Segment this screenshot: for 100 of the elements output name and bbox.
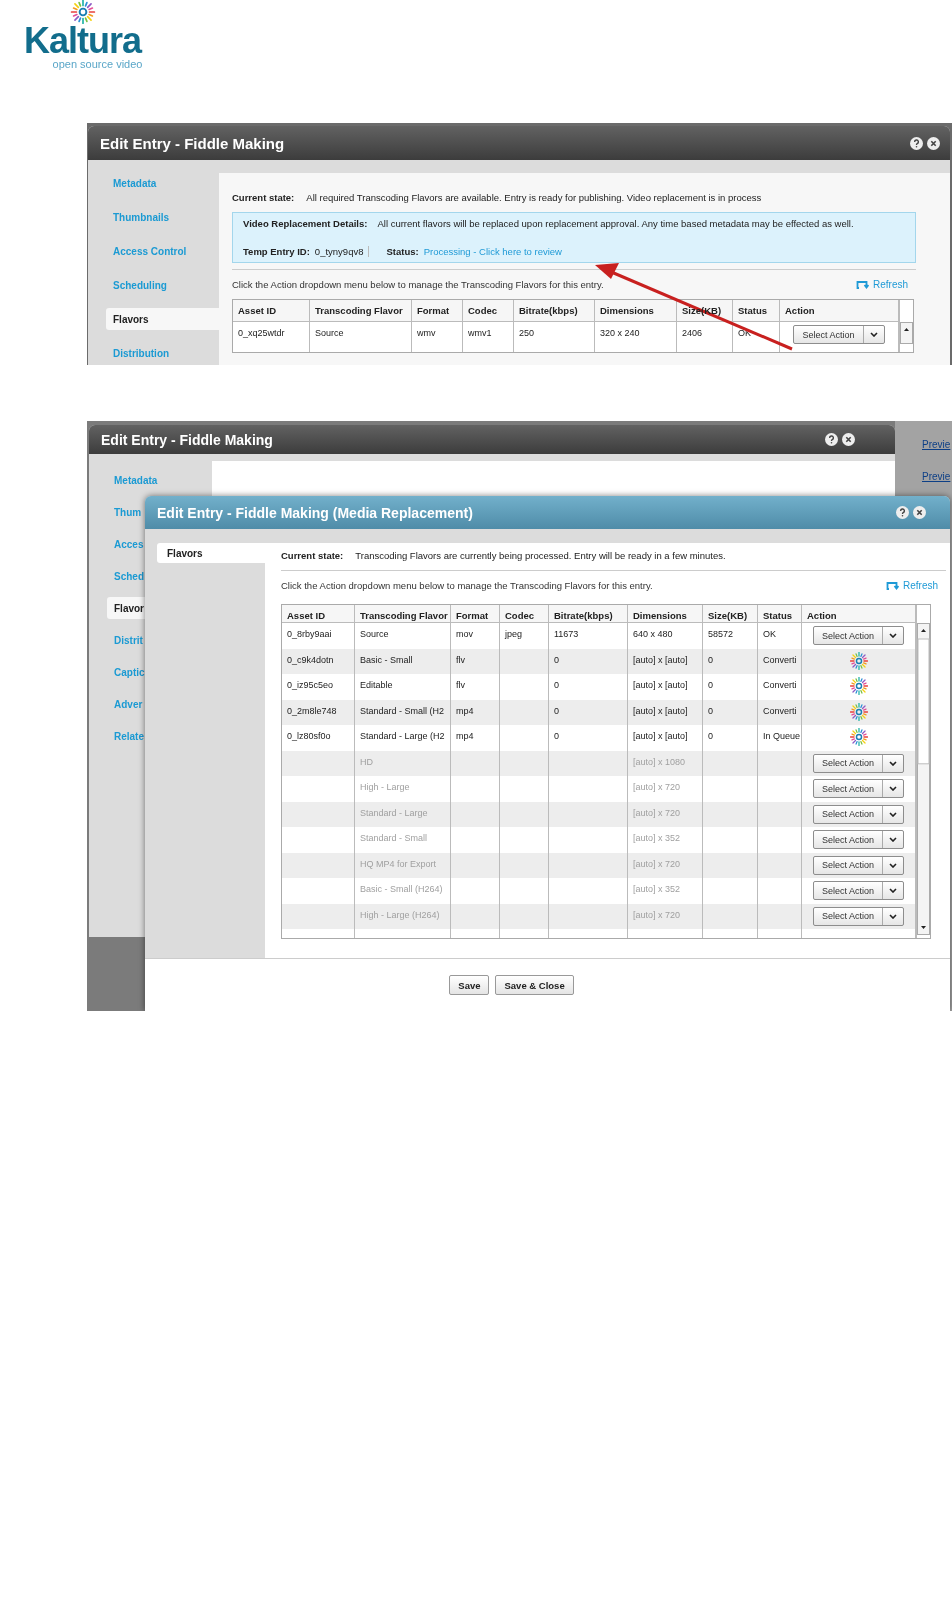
- table-cell: 0_lz80sf0o: [287, 731, 331, 741]
- table-cell: 0: [708, 705, 713, 716]
- table-cell: wmv1: [468, 328, 492, 338]
- refresh-link[interactable]: Refresh: [886, 580, 938, 591]
- preview-link[interactable]: Previe: [922, 439, 952, 450]
- status-label: Status:: [386, 246, 419, 257]
- column-header: Size(KB): [708, 610, 748, 621]
- sidebar-item[interactable]: Adver: [89, 698, 145, 710]
- column-header: Transcoding Flavor: [315, 305, 403, 316]
- state-text: All required Transcoding Flavors are available. Entry is ready for publishing. Video replacement is in process: [306, 192, 762, 203]
- state-label: Current state:: [281, 550, 344, 561]
- spinner-icon: [849, 702, 868, 721]
- column-header: Asset ID: [238, 305, 276, 316]
- help-icon[interactable]: [825, 433, 838, 446]
- chevron-down-icon: [889, 811, 897, 817]
- table-cell: 58572: [708, 629, 734, 639]
- instructions-text: Click the Action dropdown menu below to manage the Transcoding Flavors for this entry.: [232, 279, 604, 290]
- window-title: Edit Entry - Fiddle Making: [100, 134, 285, 152]
- state-text: Transcoding Flavors are currently being processed. Entry will be ready in a few minutes.: [355, 550, 726, 561]
- chevron-down-icon: [889, 862, 897, 868]
- footer-button[interactable]: Save & Close: [495, 975, 574, 995]
- temp-entry-id: 0_tyny9qv8: [314, 246, 364, 257]
- sidebar-item[interactable]: Thumbnails: [88, 211, 219, 223]
- table-cell: Standard - Large (H2: [360, 731, 445, 741]
- table-cell: Basic - Small (H264): [360, 884, 443, 894]
- sidebar-item[interactable]: Distrit: [89, 634, 145, 646]
- column-header: Dimensions: [600, 305, 654, 316]
- table-cell: 0_c9k4dotn: [287, 654, 334, 665]
- refresh-link[interactable]: Refresh: [856, 279, 908, 290]
- sidebar-item[interactable]: Scheduling: [88, 279, 219, 291]
- chevron-down-icon: [889, 888, 897, 893]
- table-cell: Editable: [360, 680, 393, 690]
- table-cell: 0: [554, 705, 559, 716]
- table-cell: Basic - Small: [360, 654, 413, 665]
- scrollbar[interactable]: [900, 322, 913, 344]
- column-header: Codec: [505, 610, 535, 621]
- chevron-down-icon: [889, 837, 897, 842]
- table-cell: 250: [519, 328, 535, 338]
- table-cell: 0: [708, 680, 713, 690]
- sidebar-item[interactable]: Metadata: [89, 474, 160, 486]
- table-cell: 0: [708, 654, 713, 665]
- state-label: Current state:: [232, 192, 295, 203]
- preview-link[interactable]: Previe: [922, 471, 952, 482]
- sidebar-item[interactable]: Thum: [89, 506, 144, 518]
- review-link[interactable]: Processing - Click here to review: [423, 246, 562, 257]
- select-action-dropdown[interactable]: Select Action: [793, 325, 885, 344]
- column-header: Action: [807, 610, 837, 621]
- sidebar-item[interactable]: Acces: [89, 538, 146, 550]
- column-header: Status: [763, 610, 793, 621]
- sidebar-item[interactable]: Flavors: [106, 308, 219, 330]
- footer-button[interactable]: Save: [449, 975, 490, 995]
- table-cell: 0_xq25wtdr: [238, 328, 285, 338]
- table-cell: wmv: [417, 328, 436, 338]
- table-cell: 320 x 240: [600, 328, 640, 338]
- column-header: Dimensions: [633, 610, 687, 621]
- sidebar-item[interactable]: Access Control: [88, 245, 219, 257]
- help-icon[interactable]: [896, 506, 909, 519]
- sidebar-item[interactable]: Sched: [89, 570, 146, 582]
- table-cell: flv: [456, 654, 465, 665]
- table-cell: 0: [554, 731, 559, 741]
- sidebar-item[interactable]: Captic: [89, 666, 147, 678]
- table-cell: OK: [763, 629, 776, 639]
- table-cell: High - Large: [360, 782, 410, 792]
- table-cell: Converti: [763, 705, 797, 716]
- refresh-icon: [856, 279, 869, 290]
- column-header: Action: [785, 305, 815, 316]
- help-icon[interactable]: [910, 136, 923, 150]
- close-icon[interactable]: [927, 136, 940, 150]
- table-cell: [auto] x 720: [633, 858, 681, 869]
- spinner-icon: [849, 651, 868, 670]
- chevron-down-icon: [869, 332, 878, 337]
- table-cell: Standard - Small (H2: [360, 705, 445, 716]
- close-icon[interactable]: [842, 433, 855, 446]
- sidebar-item[interactable]: Flavor: [107, 597, 146, 619]
- table-cell: Converti: [763, 654, 797, 665]
- column-header: Bitrate(kbps): [554, 610, 613, 621]
- table-cell: [auto] x [auto]: [633, 654, 688, 665]
- table-cell: [auto] x 720: [633, 807, 681, 818]
- select-action-dropdown[interactable]: Select Action: [813, 626, 904, 645]
- table-cell: 0: [554, 654, 559, 665]
- column-header: Format: [456, 610, 489, 621]
- logo-wordmark: Kaltura: [24, 24, 141, 58]
- table-cell: mov: [456, 629, 473, 639]
- column-header: Status: [738, 305, 768, 316]
- details-label: Video Replacement Details:: [243, 218, 368, 229]
- spinner-icon: [849, 677, 868, 695]
- chevron-down-icon: [889, 786, 897, 791]
- sidebar-item[interactable]: Relate: [89, 730, 146, 742]
- flavors-tab[interactable]: Flavors: [157, 543, 265, 563]
- table-cell: [auto] x 720: [633, 782, 681, 792]
- close-icon[interactable]: [913, 506, 926, 519]
- sidebar-item[interactable]: Distribution: [88, 347, 219, 359]
- table-cell: 2406: [682, 328, 703, 338]
- column-header: Bitrate(kbps): [519, 305, 578, 316]
- table-cell: Standard - Small: [360, 833, 428, 843]
- scrollbar[interactable]: [917, 623, 930, 935]
- table-cell: 0_2m8le748: [287, 705, 337, 716]
- table-cell: 0_iz95c5eo: [287, 680, 334, 690]
- sidebar-item[interactable]: Metadata: [88, 177, 219, 189]
- table-cell: 0: [554, 680, 559, 690]
